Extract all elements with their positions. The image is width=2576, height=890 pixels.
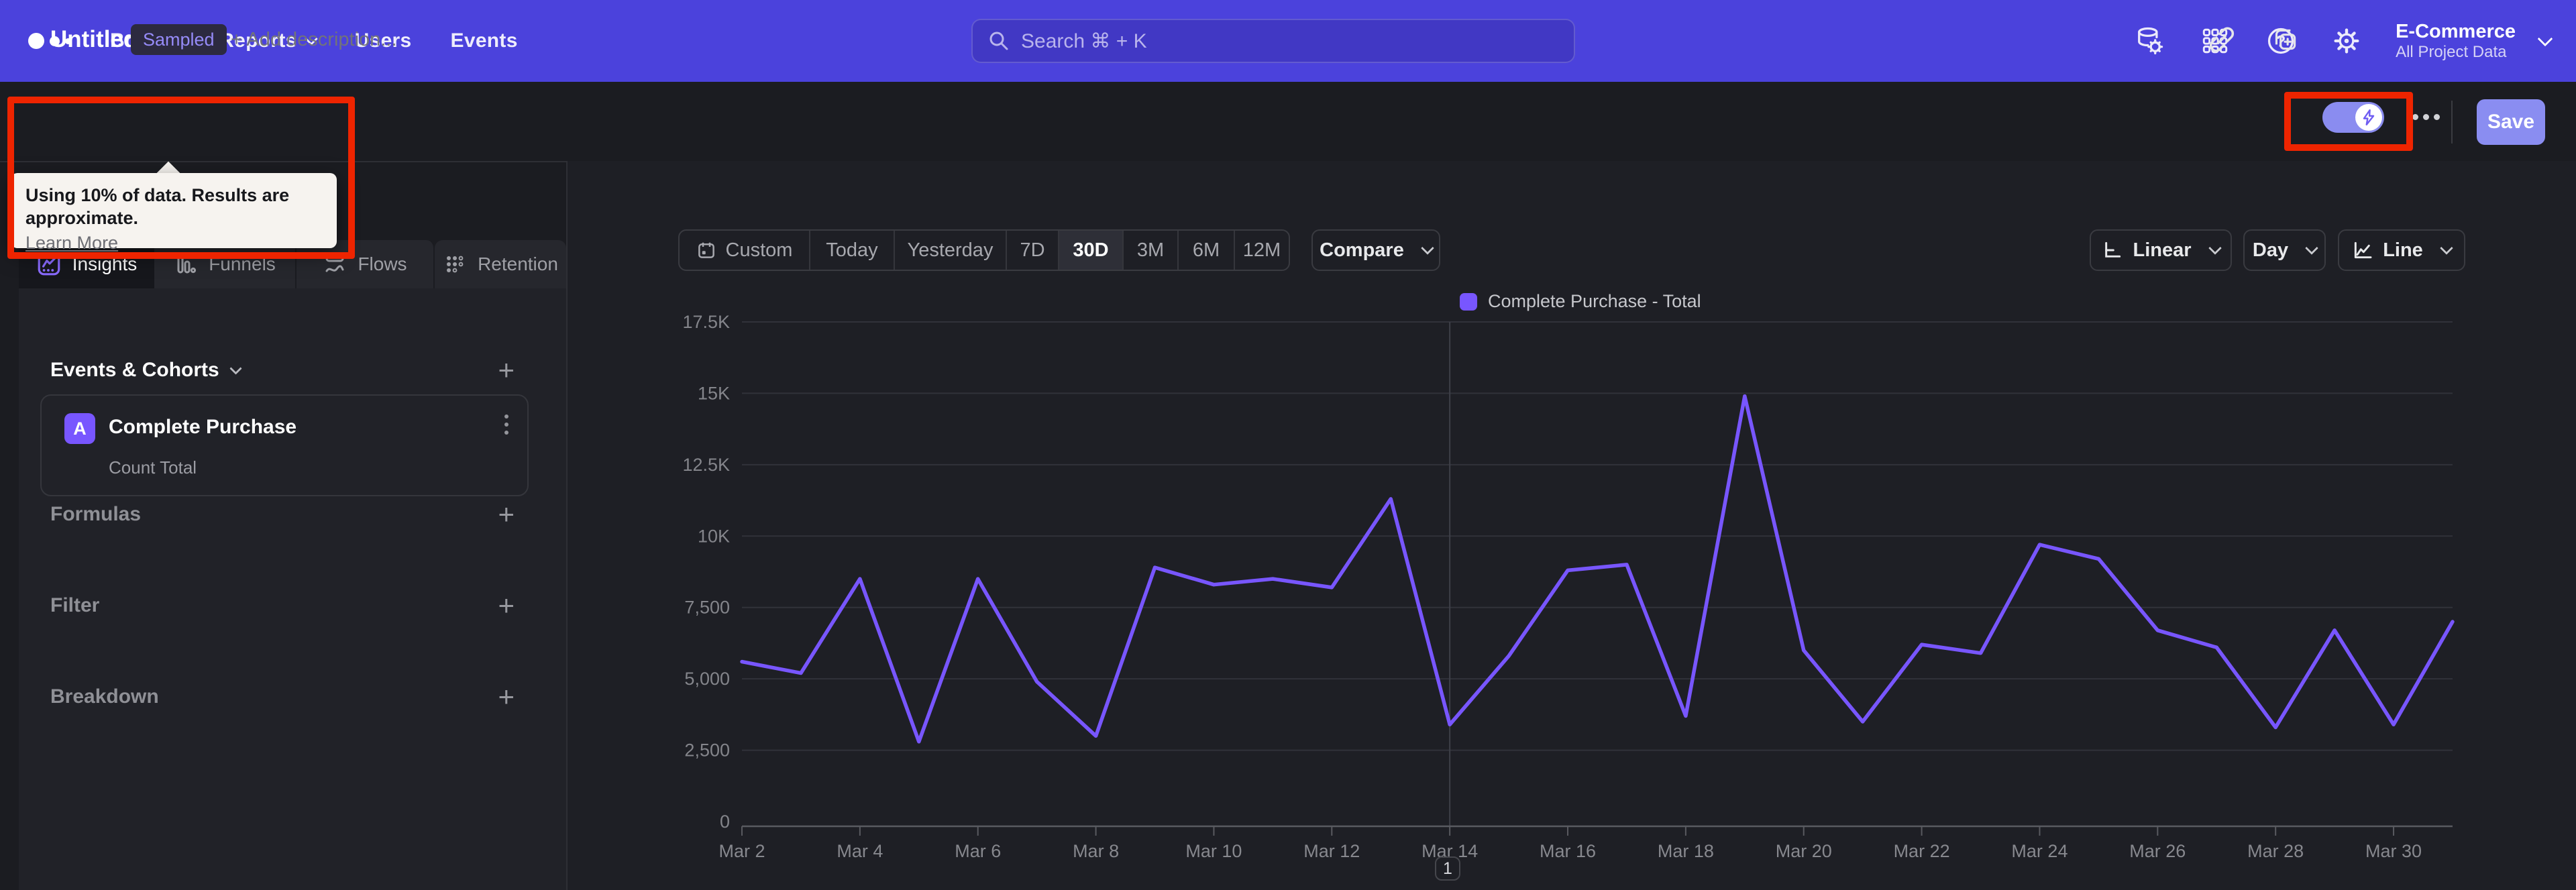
formulas-section: Formulas + <box>50 499 515 530</box>
range-yesterday[interactable]: Yesterday <box>894 231 1006 270</box>
events-cohorts-header: Events & Cohorts + <box>50 353 515 387</box>
save-button[interactable]: Save <box>2477 99 2545 145</box>
range-custom[interactable]: Custom <box>680 231 809 270</box>
project-switcher[interactable]: E-Commerce All Project Data <box>2396 20 2553 62</box>
events-cohorts-title[interactable]: Events & Cohorts <box>50 359 242 382</box>
data-management-icon[interactable] <box>2133 24 2166 58</box>
range-3m[interactable]: 3M <box>1122 231 1177 270</box>
compare-button[interactable]: Compare <box>1311 229 1440 271</box>
more-options-button[interactable] <box>2412 114 2440 120</box>
svg-text:Mar 16: Mar 16 <box>1540 841 1596 861</box>
chevron-down-icon <box>2439 241 2453 255</box>
project-name: E-Commerce <box>2396 21 2516 42</box>
copy-link-icon[interactable] <box>2206 24 2237 55</box>
add-filter-button[interactable]: + <box>498 592 515 620</box>
event-card[interactable]: A Complete Purchase Count Total <box>40 394 529 496</box>
event-measure[interactable]: Count Total <box>109 457 197 478</box>
line-chart-icon <box>2355 241 2372 259</box>
svg-text:5,000: 5,000 <box>684 669 730 689</box>
filter-label: Filter <box>50 594 100 616</box>
svg-text:Mar 20: Mar 20 <box>1776 841 1832 861</box>
report-title[interactable]: Untitled <box>50 0 138 79</box>
chevron-down-icon <box>1420 241 1434 255</box>
svg-text:Mar 4: Mar 4 <box>837 841 883 861</box>
sampling-toggle[interactable] <box>2322 102 2384 133</box>
line-chart[interactable]: 0 2,500 5,000 7,500 10K 12.5K 15K 17.5K Mar 2 Mar… <box>671 288 2522 865</box>
header-divider <box>2451 101 2453 144</box>
svg-text:Mar 12: Mar 12 <box>1303 841 1360 861</box>
search-icon <box>989 32 1008 50</box>
add-formula-button[interactable]: + <box>498 500 515 529</box>
range-today[interactable]: Today <box>809 231 894 270</box>
svg-text:Mar 10: Mar 10 <box>1185 841 1242 861</box>
formulas-label: Formulas <box>50 503 142 525</box>
svg-text:Mar 18: Mar 18 <box>1658 841 1714 861</box>
range-6m[interactable]: 6M <box>1177 231 1234 270</box>
svg-text:Mar 30: Mar 30 <box>2365 841 2422 861</box>
svg-text:Mar 24: Mar 24 <box>2011 841 2068 861</box>
date-range-selector: Custom Today Yesterday 7D 30D 3M 6M 12M <box>678 229 1290 271</box>
chevron-down-icon <box>229 361 242 375</box>
svg-text:2,500: 2,500 <box>684 740 730 761</box>
tooltip-text: Using 10% of data. Results are approxima… <box>25 185 290 228</box>
learn-more-link[interactable]: Learn More <box>25 229 118 256</box>
svg-text:Mar 8: Mar 8 <box>1073 841 1119 861</box>
calendar-icon <box>698 242 714 258</box>
toggle-knob <box>2355 104 2382 131</box>
event-letter-badge: A <box>64 413 95 444</box>
app-root: Boards Reports Users Events Search ⌘ + K <box>0 0 2576 890</box>
breakdown-section: Breakdown + <box>50 681 515 712</box>
svg-text:15K: 15K <box>698 383 730 403</box>
lightning-icon <box>2363 109 2375 126</box>
tab-retention[interactable]: Retention <box>435 240 566 288</box>
chart-type-dropdown[interactable]: Line <box>2338 229 2465 271</box>
svg-text:12.5K: 12.5K <box>682 455 730 475</box>
event-name[interactable]: Complete Purchase <box>109 416 297 439</box>
scale-dropdown[interactable]: Linear <box>2090 229 2232 271</box>
svg-text:0: 0 <box>720 812 730 832</box>
linear-axis-icon <box>2105 241 2121 258</box>
pagination-page-1[interactable]: 1 <box>1435 856 1460 881</box>
search-input[interactable]: Search ⌘ + K <box>971 19 1575 63</box>
settings-gear-icon[interactable] <box>2330 24 2363 58</box>
filter-section: Filter + <box>50 590 515 621</box>
project-scope: All Project Data <box>2396 43 2507 61</box>
svg-text:Mar 28: Mar 28 <box>2247 841 2304 861</box>
svg-text:Mar 2: Mar 2 <box>718 841 765 861</box>
range-12m[interactable]: 12M <box>1234 231 1289 270</box>
svg-text:Mar 26: Mar 26 <box>2129 841 2186 861</box>
chevron-down-icon <box>2208 241 2222 255</box>
granularity-dropdown[interactable]: Day <box>2243 229 2326 271</box>
add-event-button[interactable]: + <box>498 356 515 384</box>
report-header <box>0 82 2576 162</box>
retention-icon <box>447 256 464 273</box>
svg-text:17.5K: 17.5K <box>682 312 730 332</box>
breakdown-label: Breakdown <box>50 685 159 708</box>
flows-icon <box>325 255 344 272</box>
chevron-down-icon <box>2305 241 2318 255</box>
svg-text:Mar 22: Mar 22 <box>1894 841 1950 861</box>
svg-text:10K: 10K <box>698 526 730 546</box>
sampling-tooltip: Using 10% of data. Results are approxima… <box>11 173 337 253</box>
event-menu-button[interactable] <box>504 414 508 435</box>
chevron-down-icon <box>2537 31 2553 47</box>
duplicate-icon[interactable] <box>2269 24 2300 55</box>
sampled-badge[interactable]: Sampled <box>131 24 227 55</box>
svg-text:7,500: 7,500 <box>684 598 730 618</box>
description-placeholder[interactable]: + Add description... <box>231 0 396 79</box>
range-30d[interactable]: 30D <box>1058 231 1122 270</box>
range-7d[interactable]: 7D <box>1006 231 1058 270</box>
nav-item-events[interactable]: Events <box>451 30 518 52</box>
search-placeholder: Search ⌘ + K <box>1021 30 1147 52</box>
sidebar-divider <box>566 161 568 890</box>
svg-text:Mar 6: Mar 6 <box>955 841 1001 861</box>
add-breakdown-button[interactable]: + <box>498 683 515 711</box>
